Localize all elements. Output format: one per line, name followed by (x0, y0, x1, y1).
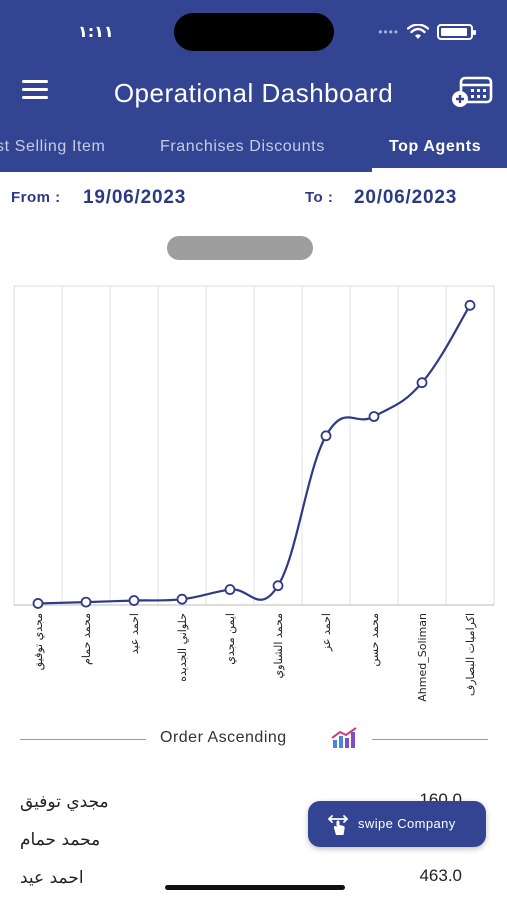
from-date[interactable]: 19/06/2023 (83, 187, 186, 209)
x-tick-label: محمد حمام (80, 613, 93, 665)
data-point (176, 593, 188, 605)
from-label: From : (11, 189, 61, 206)
x-tick-label: اكراميات البصارف (464, 613, 477, 696)
data-point (416, 377, 428, 389)
data-point (80, 596, 92, 608)
tab-top-agents[interactable]: Top Agents (389, 138, 481, 156)
to-label: To : (305, 189, 334, 206)
x-tick-label: Ahmed_Soliman (416, 613, 429, 702)
x-tick-label: ايمن مجدي (224, 613, 237, 665)
home-indicator[interactable] (165, 885, 345, 890)
order-label: Order Ascending (160, 729, 287, 746)
agent-name: محمد حمام (20, 830, 101, 850)
data-point (320, 430, 332, 442)
tab-franchises-discounts[interactable]: Franchises Discounts (160, 138, 325, 156)
status-icons: •••• (378, 24, 476, 40)
x-tick-label: احمد عز (320, 613, 333, 652)
order-toggle[interactable]: Order Ascending (0, 724, 507, 754)
divider-left (20, 739, 146, 740)
data-point (224, 584, 236, 595)
x-tick-label: مجدي توفيق (32, 613, 46, 670)
x-tick-label: محمد حسن (368, 613, 381, 667)
wifi-icon (407, 24, 429, 39)
data-point (368, 411, 380, 422)
top-agents-line-chart: مجدي توفيق محمد حمام احمد عيد حلواني الجديد… (13, 285, 495, 702)
drag-handle[interactable] (167, 236, 313, 260)
data-point (464, 299, 476, 311)
tab-best-selling-item[interactable]: st Selling Item (0, 138, 105, 156)
x-tick-label: محمد الشناوي (272, 613, 285, 679)
divider-right (372, 739, 488, 740)
data-point (272, 580, 284, 592)
swipe-hand-icon (327, 815, 349, 835)
to-date[interactable]: 20/06/2023 (354, 187, 457, 209)
battery-icon (437, 24, 476, 40)
calendar-add-icon[interactable] (451, 74, 495, 110)
x-tick-label: احمد عيد (128, 613, 141, 654)
agent-name: مجدي توفيق (20, 792, 109, 812)
data-point (32, 598, 44, 609)
x-tick-label: حلواني الجديده (176, 613, 189, 682)
data-point (128, 595, 140, 606)
status-time: ١:١١ (78, 22, 114, 41)
agent-value: 463.0 (419, 866, 462, 885)
swipe-company-label: swipe Company (358, 816, 456, 831)
cellular-signal-icon: •••• (378, 25, 399, 39)
list-item[interactable]: احمد عيد 463.0 (20, 866, 480, 896)
active-tab-indicator (372, 168, 507, 172)
agent-name: احمد عيد (20, 868, 84, 888)
swipe-company-button[interactable]: swipe Company (308, 801, 486, 847)
dynamic-island (174, 13, 334, 51)
tab-bar: st Selling Item Franchises Discounts Top… (0, 130, 507, 172)
app-header: ١:١١ •••• Operational Dashboard st Selli… (0, 0, 507, 172)
trend-chart-icon (331, 727, 357, 748)
page-title: Operational Dashboard (113, 78, 394, 108)
date-range: From : 19/06/2023 To : 20/06/2023 (0, 185, 507, 215)
